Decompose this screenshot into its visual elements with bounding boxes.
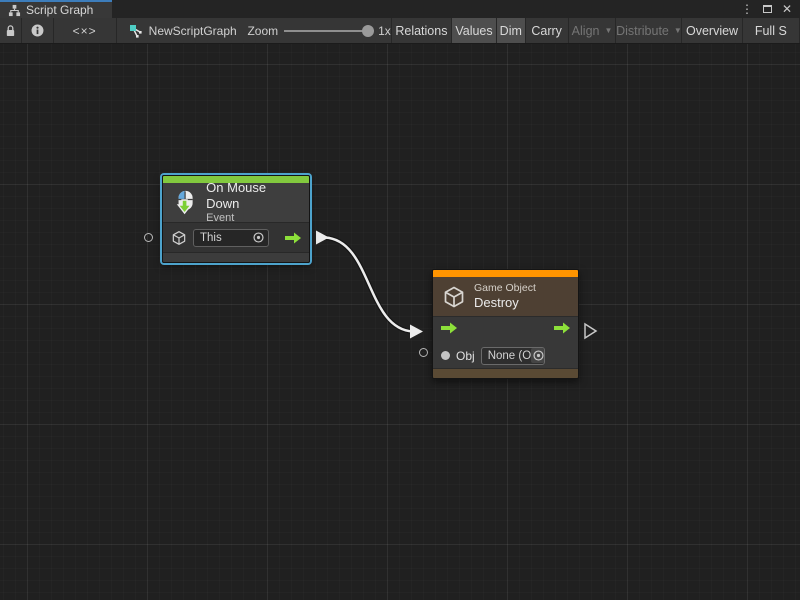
destroy-node-header: Game Object Destroy: [433, 277, 578, 317]
lock-icon: [5, 24, 16, 37]
event-node-header: On Mouse Down Event: [163, 183, 309, 223]
destroy-node-footer: [433, 368, 578, 378]
lock-button[interactable]: [0, 18, 22, 43]
event-node-body: This: [163, 223, 309, 253]
distribute-label: Distribute: [616, 24, 669, 38]
code-icon: <×>: [73, 24, 97, 38]
relations-toggle[interactable]: Relations: [392, 18, 452, 43]
event-target-input-port[interactable]: [144, 233, 153, 242]
event-node-footer: [163, 253, 309, 262]
wire-end-arrow: [410, 325, 423, 339]
script-graph-asset-icon: [129, 24, 143, 38]
destroy-node-category: Game Object: [474, 282, 536, 295]
kebab-menu-icon[interactable]: ⋮: [741, 0, 753, 18]
connection-wire[interactable]: [325, 238, 413, 332]
chevron-down-icon: ▼: [674, 26, 682, 35]
distribute-dropdown[interactable]: Distribute ▼: [616, 18, 682, 43]
tab-title: Script Graph: [26, 3, 93, 17]
object-field-value: None (O: [488, 350, 531, 362]
window-controls: ⋮ ✕: [741, 0, 800, 18]
wire-layer: [0, 44, 800, 600]
script-graph-window: Script Graph ⋮ ✕ <×>: [0, 0, 800, 600]
object-field[interactable]: None (O: [481, 347, 545, 365]
graph-canvas[interactable]: On Mouse Down Event This: [0, 44, 800, 600]
fullscreen-button[interactable]: Full S: [743, 18, 800, 43]
destroy-node-body: Obj None (O: [433, 317, 578, 368]
flow-port-row: [433, 317, 578, 343]
target-field-value: This: [200, 232, 222, 244]
obj-param-label: Obj: [456, 349, 475, 363]
tab-script-graph[interactable]: Script Graph: [0, 0, 112, 18]
inspector-button[interactable]: [22, 18, 54, 43]
destroy-accent-bar: [433, 270, 578, 277]
node-destroy[interactable]: Game Object Destroy: [432, 269, 579, 379]
info-icon: [31, 24, 44, 37]
object-picker-icon[interactable]: [252, 231, 265, 244]
node-on-mouse-down[interactable]: On Mouse Down Event This: [162, 175, 310, 263]
mouse-down-icon: [172, 189, 198, 216]
destroy-node-title: Destroy: [474, 295, 536, 311]
graph-name[interactable]: NewScriptGraph: [117, 18, 240, 43]
graph-name-label: NewScriptGraph: [149, 24, 237, 38]
align-label: Align: [572, 24, 600, 38]
zoom-slider-track: [284, 30, 372, 32]
zoom-value: 1x: [378, 24, 391, 38]
obj-param-row: Obj None (O: [433, 343, 578, 368]
trigger-output-arrow[interactable]: [285, 232, 301, 244]
event-node-title: On Mouse Down: [206, 180, 300, 211]
zoom-slider[interactable]: [284, 25, 372, 37]
gameobject-cube-icon: [171, 230, 187, 246]
values-toggle[interactable]: Values: [452, 18, 497, 43]
chevron-down-icon: ▼: [604, 26, 612, 35]
carry-toggle[interactable]: Carry: [526, 18, 569, 43]
graph-hierarchy-icon: [8, 4, 21, 17]
overview-button[interactable]: Overview: [682, 18, 742, 43]
object-picker-icon[interactable]: [531, 348, 545, 363]
dim-toggle[interactable]: Dim: [497, 18, 526, 43]
zoom-slider-knob[interactable]: [362, 25, 374, 37]
wire-start-arrow: [316, 231, 329, 245]
zoom-control: Zoom 1x: [239, 18, 391, 43]
zoom-label: Zoom: [247, 24, 278, 38]
graph-toolbar: <×> NewScriptGraph Zoom 1x Relations Val…: [0, 18, 800, 44]
gameobject-cube-icon: [442, 285, 466, 309]
target-field[interactable]: This: [193, 229, 269, 247]
destroy-obj-input-port[interactable]: [419, 348, 428, 357]
tab-bar: Script Graph ⋮ ✕: [0, 0, 800, 18]
align-dropdown[interactable]: Align ▼: [569, 18, 617, 43]
maximize-icon[interactable]: [763, 5, 772, 13]
flow-output-arrow[interactable]: [554, 321, 570, 339]
obj-port-dot[interactable]: [441, 351, 450, 360]
event-node-subtitle: Event: [206, 212, 300, 225]
close-icon[interactable]: ✕: [782, 0, 792, 18]
flow-input-arrow[interactable]: [441, 321, 457, 339]
flow-continuation-triangle[interactable]: [585, 324, 596, 338]
code-preview-button[interactable]: <×>: [54, 18, 117, 43]
